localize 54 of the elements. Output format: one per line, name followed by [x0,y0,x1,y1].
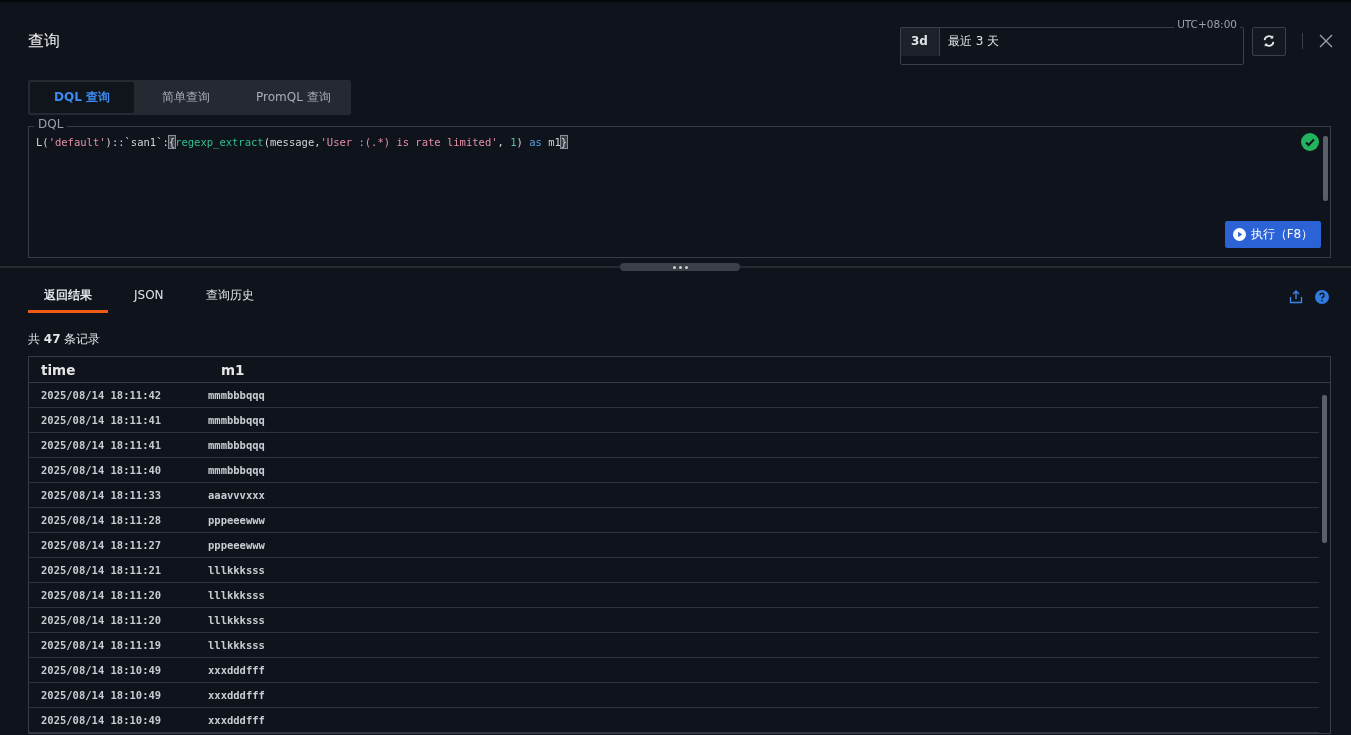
table-cell: lllkkksss [208,564,265,576]
refresh-icon [1262,34,1276,48]
table-cell-text: 2025/08/14 18:11:41 [40,439,163,451]
table-cell: xxxdddfff [208,664,265,676]
close-icon[interactable] [1319,34,1333,48]
resize-handle[interactable] [620,263,740,271]
column-header[interactable]: time [29,361,221,378]
query-code: L('default')::`san1`:{regexp_extract(message,'User :(.*) is rate limited', 1) as m1} [35,135,569,148]
table-cell: lllkkksss [208,589,265,601]
table-cell-text: 2025/08/14 18:10:49 [40,689,163,701]
result-tab[interactable]: 返回结果 [28,280,108,313]
result-tab[interactable]: 查询历史 [189,280,270,313]
table-cell-text: 2025/08/14 18:11:41 [40,414,163,426]
query-tab[interactable]: DQL 查询 [30,82,134,113]
query-editor[interactable]: DQL L('default')::`san1`:{regexp_extract(message,'User :(.*) is rate limited', 1) as m1} 执行（F8） [28,117,1331,258]
table-cell-text: 2025/08/14 18:11:40 [40,464,163,476]
table-cell: mmmbbbqqq [208,389,265,401]
table-cell-text: 2025/08/14 18:10:49 [40,664,163,676]
column-header[interactable]: m1 [221,361,245,378]
table-cell: xxxdddfff [208,689,265,701]
table-cell: lllkkksss [208,614,265,626]
table-cell: pppeeewww [208,514,265,526]
query-tab[interactable]: 简单查询 [134,82,238,113]
table-cell-text: 2025/08/14 18:11:27 [40,539,163,551]
table-cell: lllkkksss [208,639,265,651]
table-cell-text: 2025/08/14 18:11:33 [40,489,163,501]
table-cell: mmmbbbqqq [208,414,265,426]
table-cell-text: 2025/08/14 18:11:42 [40,389,163,401]
time-shortcut: 3d [900,26,940,56]
help-icon[interactable] [1315,289,1329,304]
refresh-button[interactable] [1252,26,1286,56]
time-range-label: 最近 3 天 [946,32,1000,50]
table-cell: pppeeewww [208,539,265,551]
query-tab[interactable]: PromQL 查询 [238,82,349,113]
play-icon [1232,228,1246,241]
editor-legend: DQL [34,117,68,131]
scrollbar[interactable] [1323,136,1328,201]
timezone-label: UTC+08:00 [1174,17,1240,30]
scrollbar[interactable] [1322,395,1327,543]
table-cell: mmmbbbqqq [208,464,265,476]
table-cell: mmmbbbqqq [208,439,265,451]
table-cell: xxxdddfff [208,714,265,726]
table-cell-text: 2025/08/14 18:11:20 [40,589,163,601]
table-cell-text: 2025/08/14 18:11:28 [40,514,163,526]
record-count: 共 47 条记录 [28,331,102,348]
table-cell: aaavvvxxx [208,489,265,501]
table-cell-text: 2025/08/14 18:11:21 [40,564,163,576]
export-icon[interactable] [1289,289,1303,304]
table-cell-text: 2025/08/14 18:11:19 [40,639,163,651]
run-button[interactable]: 执行（F8） [1225,221,1321,248]
table-cell-text: 2025/08/14 18:10:49 [40,714,163,726]
dialog-title: 查询 [28,30,60,52]
result-tab[interactable]: JSON [118,280,180,313]
table-cell-text: 2025/08/14 18:11:20 [40,614,163,626]
